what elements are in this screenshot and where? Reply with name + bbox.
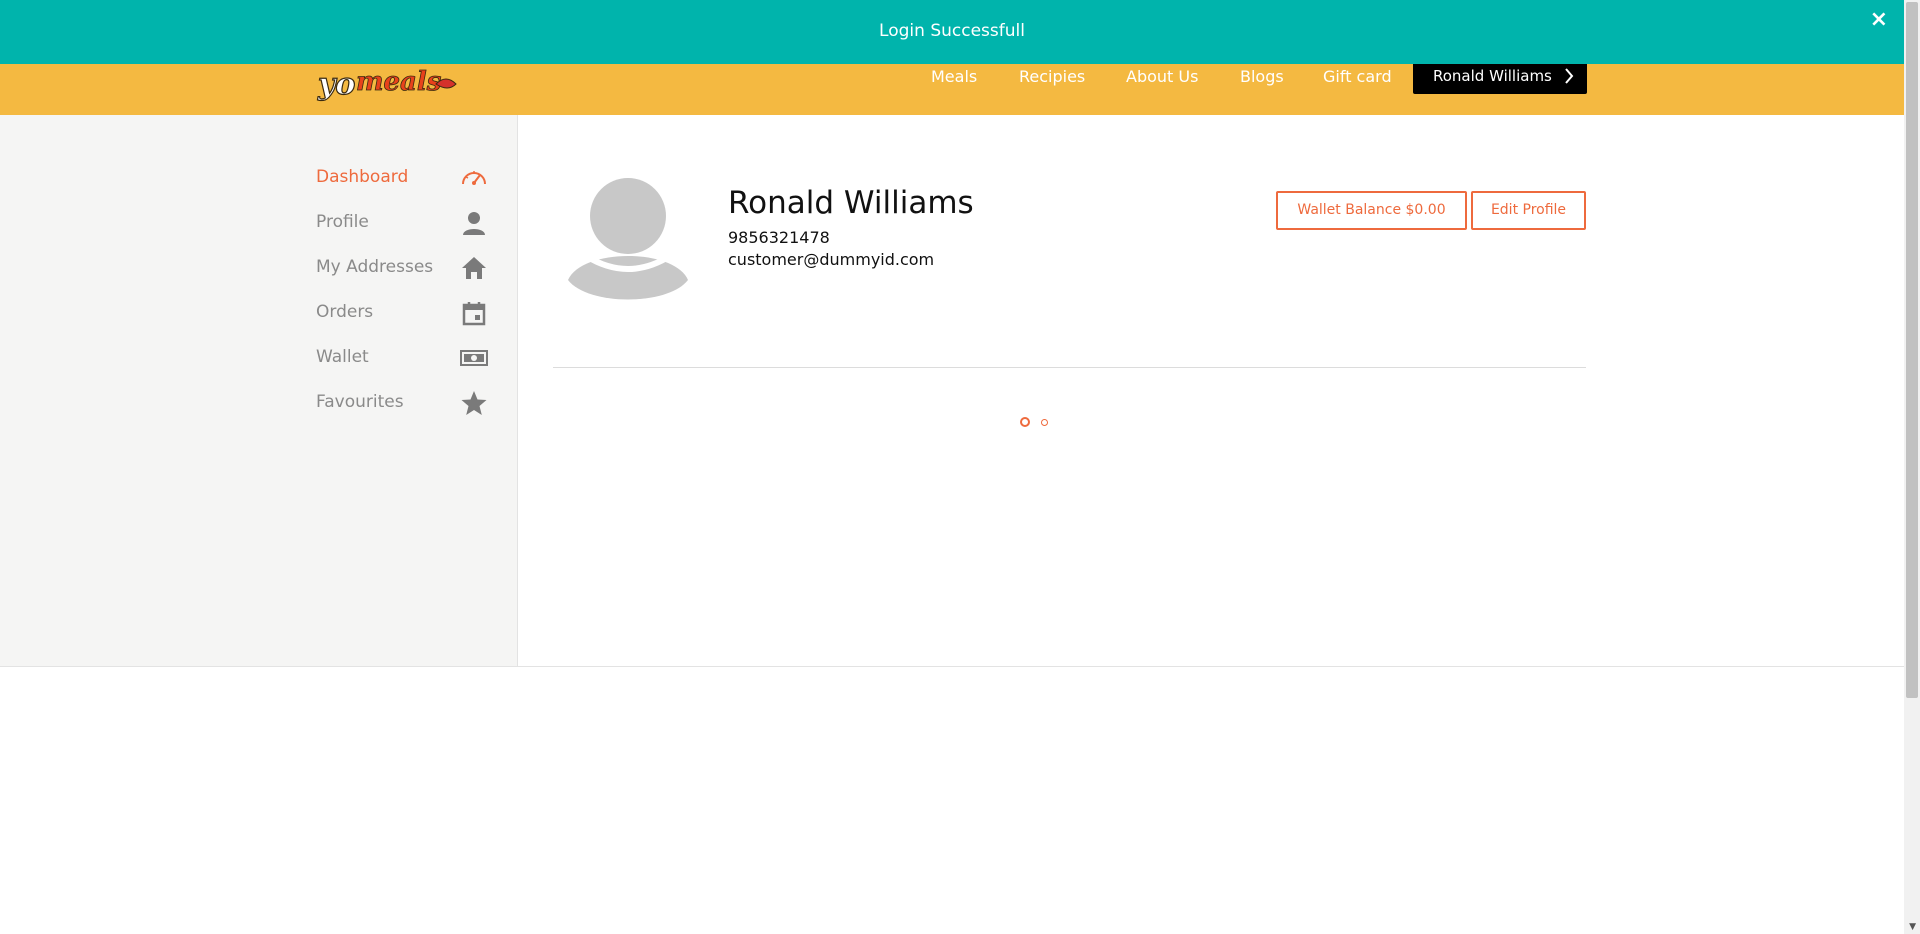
sidebar-item-label: Dashboard (316, 167, 409, 187)
star-icon (461, 391, 487, 415)
edit-profile-button[interactable]: Edit Profile (1471, 191, 1586, 230)
sidebar-item-profile[interactable]: Profile (316, 206, 488, 240)
loading-dot (1041, 419, 1048, 426)
nav-recipies[interactable]: Recipies (1019, 60, 1085, 94)
svg-text:meals: meals (356, 67, 442, 97)
nav-gift-card[interactable]: Gift card (1323, 60, 1392, 94)
nav-blogs[interactable]: Blogs (1240, 60, 1284, 94)
home-icon (462, 257, 486, 279)
speedometer-icon (462, 171, 486, 185)
yomeals-logo[interactable]: yo meals (316, 60, 472, 106)
sidebar-item-label: Favourites (316, 392, 404, 412)
sidebar-item-dashboard[interactable]: Dashboard (316, 161, 488, 195)
sidebar-item-orders[interactable]: Orders (316, 296, 488, 330)
money-icon (460, 350, 488, 366)
scrollbar-thumb[interactable] (1906, 2, 1918, 698)
profile-email: customer@dummyid.com (728, 250, 935, 269)
profile-name: Ronald Williams (728, 185, 974, 221)
sidebar-item-wallet[interactable]: Wallet (316, 341, 488, 375)
scroll-down-icon[interactable]: ▼ (1909, 922, 1916, 932)
account-sidebar: Dashboard Profile My Addresses Orders Wa… (0, 115, 518, 667)
nav-meals[interactable]: Meals (931, 60, 977, 94)
content-bottom-border (518, 666, 1904, 667)
svg-text:yo: yo (317, 67, 355, 102)
user-menu-label: Ronald Williams (1433, 67, 1552, 85)
sidebar-item-label: Wallet (316, 347, 369, 367)
sidebar-item-favourites[interactable]: Favourites (316, 386, 488, 420)
user-icon (463, 212, 485, 235)
loading-dot (1020, 417, 1030, 427)
calendar-icon (462, 302, 486, 326)
sidebar-item-label: My Addresses (316, 257, 434, 277)
close-icon[interactable]: × (1870, 0, 1888, 40)
sidebar-item-label: Orders (316, 302, 374, 322)
profile-phone: 9856321478 (728, 228, 830, 247)
login-notification: Login Successfull × (0, 0, 1904, 64)
sidebar-item-label: Profile (316, 212, 369, 232)
section-divider (553, 367, 1586, 368)
scrollbar[interactable]: ▼ (1904, 0, 1920, 934)
wallet-balance-button[interactable]: Wallet Balance $0.00 (1276, 191, 1467, 230)
sidebar-item-my-addresses[interactable]: My Addresses (316, 251, 488, 285)
avatar (568, 178, 688, 300)
chevron-right-icon (1563, 58, 1575, 107)
nav-about-us[interactable]: About Us (1126, 60, 1198, 94)
notification-message: Login Successfull (879, 21, 1025, 41)
